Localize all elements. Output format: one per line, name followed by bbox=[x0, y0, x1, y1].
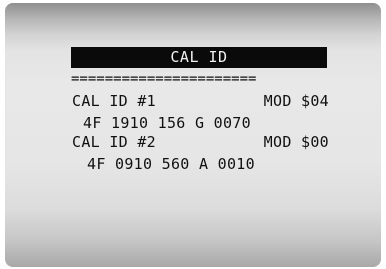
cal-id-2-label: CAL ID #2 bbox=[72, 133, 156, 151]
cal-id-2-module: MOD $00 bbox=[263, 133, 329, 151]
cal-id-2-value: 4F 0910 560 A 0010 bbox=[87, 155, 255, 173]
separator-line: ====================== bbox=[71, 72, 257, 87]
screen-title: CAL ID bbox=[170, 48, 228, 66]
title-bar: CAL ID bbox=[71, 47, 327, 68]
lcd-screen: CAL ID ====================== CAL ID #1 … bbox=[5, 3, 381, 267]
cal-id-1-module: MOD $04 bbox=[263, 92, 329, 110]
cal-id-1-value: 4F 1910 156 G 0070 bbox=[83, 114, 251, 132]
cal-id-1-label: CAL ID #1 bbox=[72, 92, 156, 110]
